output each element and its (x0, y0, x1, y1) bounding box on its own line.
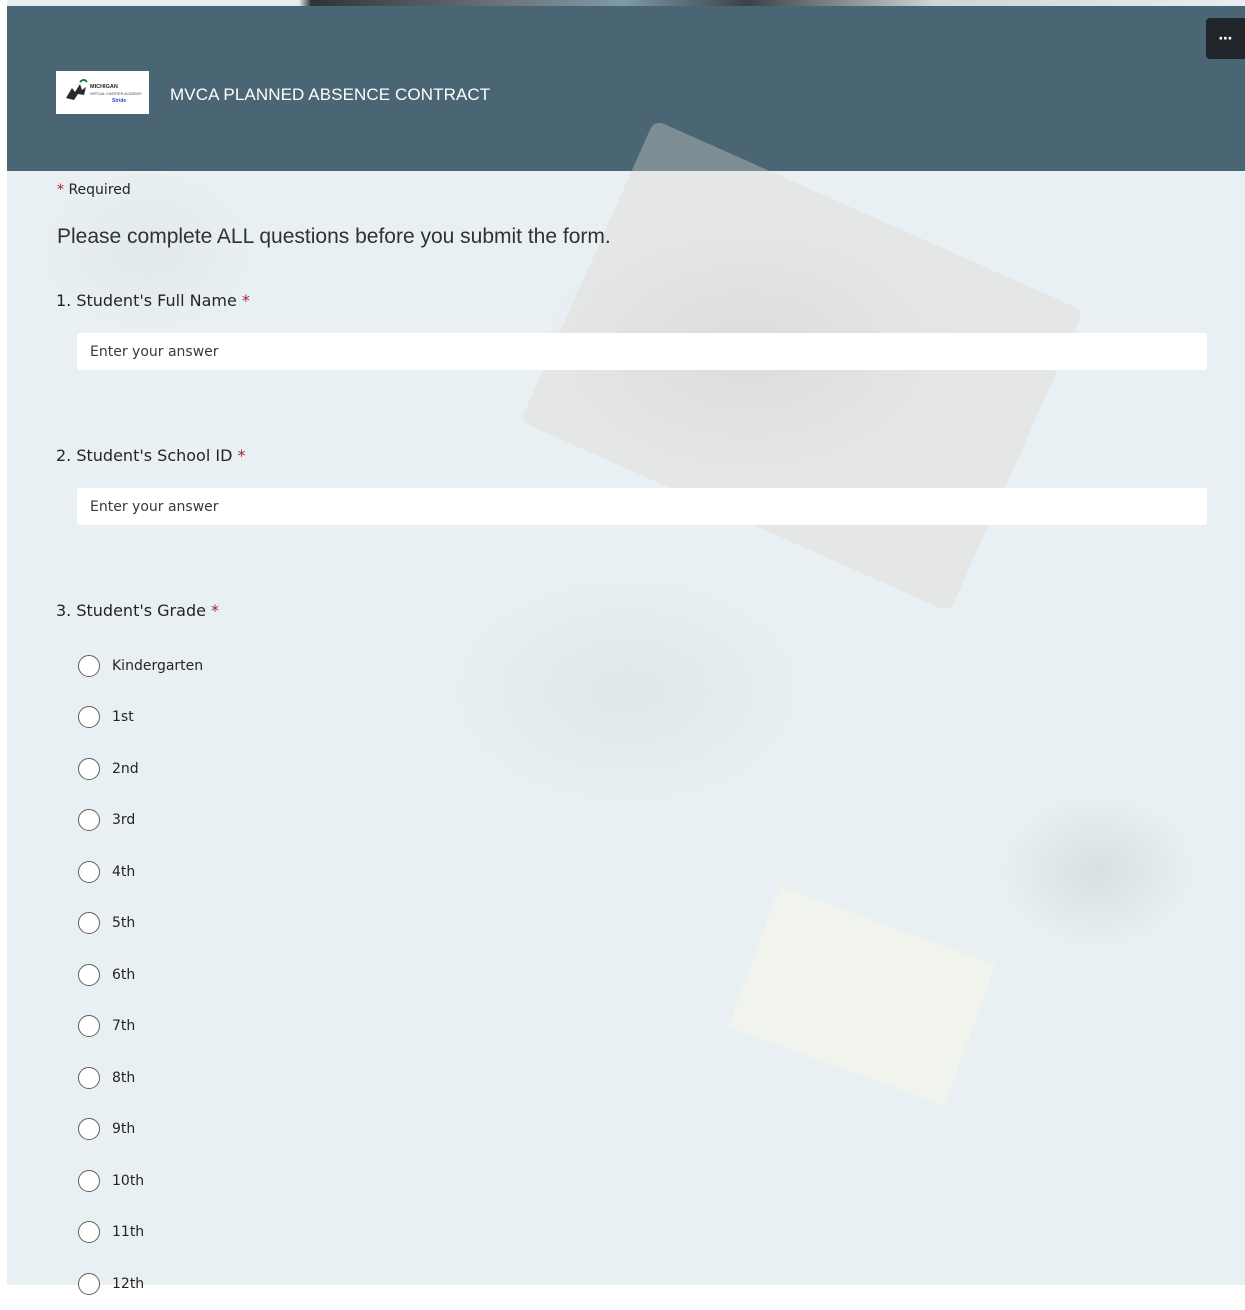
grade-option-2nd[interactable]: 2nd (78, 743, 203, 795)
grade-option-label: 11th (112, 1224, 145, 1241)
student-school-id-input[interactable] (77, 488, 1207, 525)
required-note: * Required (57, 182, 131, 198)
required-asterisk: * (241, 291, 250, 310)
grade-option-1st[interactable]: 1st (78, 692, 203, 744)
more-options-button[interactable]: ⋯ (1206, 18, 1245, 59)
grade-option-label: 10th (112, 1172, 145, 1189)
school-logo: MICHIGAN VIRTUAL CHARTER ACADEMY Stride (56, 71, 149, 114)
required-asterisk: * (57, 182, 64, 198)
radio-button[interactable] (78, 912, 100, 935)
grade-option-label: 9th (112, 1121, 136, 1138)
question-2-label: 2. Student's School ID (56, 446, 233, 465)
radio-button[interactable] (78, 860, 100, 883)
grade-option-9th[interactable]: 9th (78, 1104, 203, 1156)
form-description: Please complete ALL questions before you… (57, 225, 611, 248)
required-asterisk: * (211, 601, 220, 620)
required-label: Required (68, 182, 131, 198)
grade-radio-group: Kindergarten 1st 2nd 3rd 4th 5th 6th 7th… (78, 640, 203, 1310)
radio-button[interactable] (78, 1221, 100, 1244)
grade-option-label: 4th (112, 863, 136, 880)
radio-button[interactable] (78, 706, 100, 729)
form-title: MVCA PLANNED ABSENCE CONTRACT (170, 85, 491, 104)
radio-button[interactable] (78, 1118, 100, 1141)
svg-text:Stride: Stride (112, 98, 126, 104)
grade-option-label: Kindergarten (112, 657, 204, 674)
grade-option-8th[interactable]: 8th (78, 1052, 203, 1104)
grade-option-label: 1st (112, 709, 134, 726)
radio-button[interactable] (78, 1272, 100, 1295)
radio-button[interactable] (78, 809, 100, 832)
radio-button[interactable] (78, 1169, 100, 1192)
grade-option-label: 2nd (112, 760, 139, 777)
grade-option-4th[interactable]: 4th (78, 846, 203, 898)
question-1-label: 1. Student's Full Name (56, 291, 237, 310)
grade-option-label: 12th (112, 1275, 145, 1292)
question-3-title: 3. Student's Grade * (56, 601, 219, 620)
radio-button[interactable] (78, 654, 100, 677)
grade-option-6th[interactable]: 6th (78, 949, 203, 1001)
grade-option-label: 8th (112, 1069, 136, 1086)
grade-option-7th[interactable]: 7th (78, 1001, 203, 1053)
grade-option-3rd[interactable]: 3rd (78, 795, 203, 847)
question-3-label: 3. Student's Grade (56, 601, 206, 620)
grade-option-5th[interactable]: 5th (78, 898, 203, 950)
student-full-name-input[interactable] (77, 333, 1207, 370)
page-margin (0, 0, 7, 1285)
grade-option-10th[interactable]: 10th (78, 1155, 203, 1207)
radio-button[interactable] (78, 1066, 100, 1089)
form-header: MICHIGAN VIRTUAL CHARTER ACADEMY Stride … (7, 6, 1245, 171)
radio-button[interactable] (78, 1015, 100, 1038)
svg-text:VIRTUAL CHARTER ACADEMY: VIRTUAL CHARTER ACADEMY (90, 92, 142, 96)
question-2-title: 2. Student's School ID * (56, 446, 246, 465)
background-notepad-image (728, 886, 996, 1106)
more-options-icon: ⋯ (1218, 30, 1233, 47)
grade-option-kindergarten[interactable]: Kindergarten (78, 640, 203, 692)
michigan-logo-icon: MICHIGAN VIRTUAL CHARTER ACADEMY Stride (65, 78, 142, 104)
grade-option-label: 6th (112, 966, 136, 983)
question-1-title: 1. Student's Full Name * (56, 291, 250, 310)
svg-text:MICHIGAN: MICHIGAN (90, 84, 118, 90)
radio-button[interactable] (78, 757, 100, 780)
required-asterisk: * (237, 446, 246, 465)
grade-option-label: 7th (112, 1018, 136, 1035)
grade-option-11th[interactable]: 11th (78, 1207, 203, 1259)
grade-option-12th[interactable]: 12th (78, 1258, 203, 1310)
grade-option-label: 5th (112, 915, 136, 932)
grade-option-label: 3rd (112, 812, 136, 829)
radio-button[interactable] (78, 963, 100, 986)
